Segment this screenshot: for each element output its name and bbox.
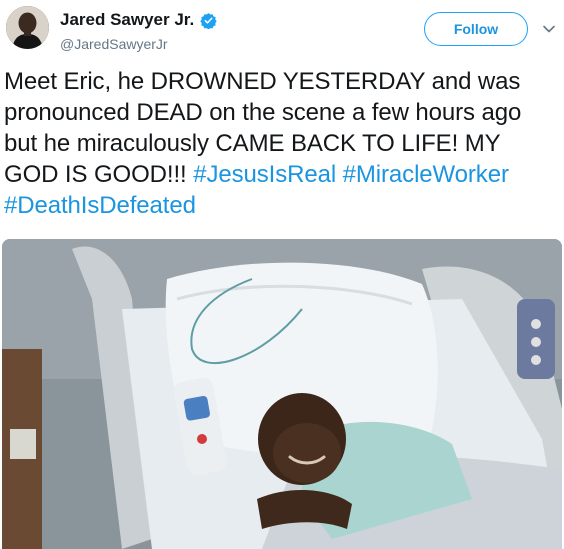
profile-photo xyxy=(6,6,49,49)
chevron-down-icon[interactable] xyxy=(542,22,556,36)
verified-badge-icon xyxy=(200,12,217,29)
hashtag-death-is-defeated[interactable]: #DeathIsDefeated xyxy=(4,192,196,219)
tweet-card: Jared Sawyer Jr. @JaredSawyerJr Follow M… xyxy=(0,0,564,549)
hospital-bed-photo xyxy=(2,239,562,549)
follow-button[interactable]: Follow xyxy=(424,12,528,46)
author-handle[interactable]: @JaredSawyerJr xyxy=(60,36,168,52)
author-name-row: Jared Sawyer Jr. xyxy=(60,10,217,30)
display-name[interactable]: Jared Sawyer Jr. xyxy=(60,10,194,30)
tweet-text: Meet Eric, he DROWNED YESTERDAY and was … xyxy=(4,66,560,221)
tweet-photo[interactable] xyxy=(2,239,562,549)
avatar[interactable] xyxy=(6,6,49,49)
hashtag-miracle-worker[interactable]: #MiracleWorker xyxy=(343,161,509,188)
hashtag-jesus-is-real[interactable]: #JesusIsReal xyxy=(193,161,336,188)
